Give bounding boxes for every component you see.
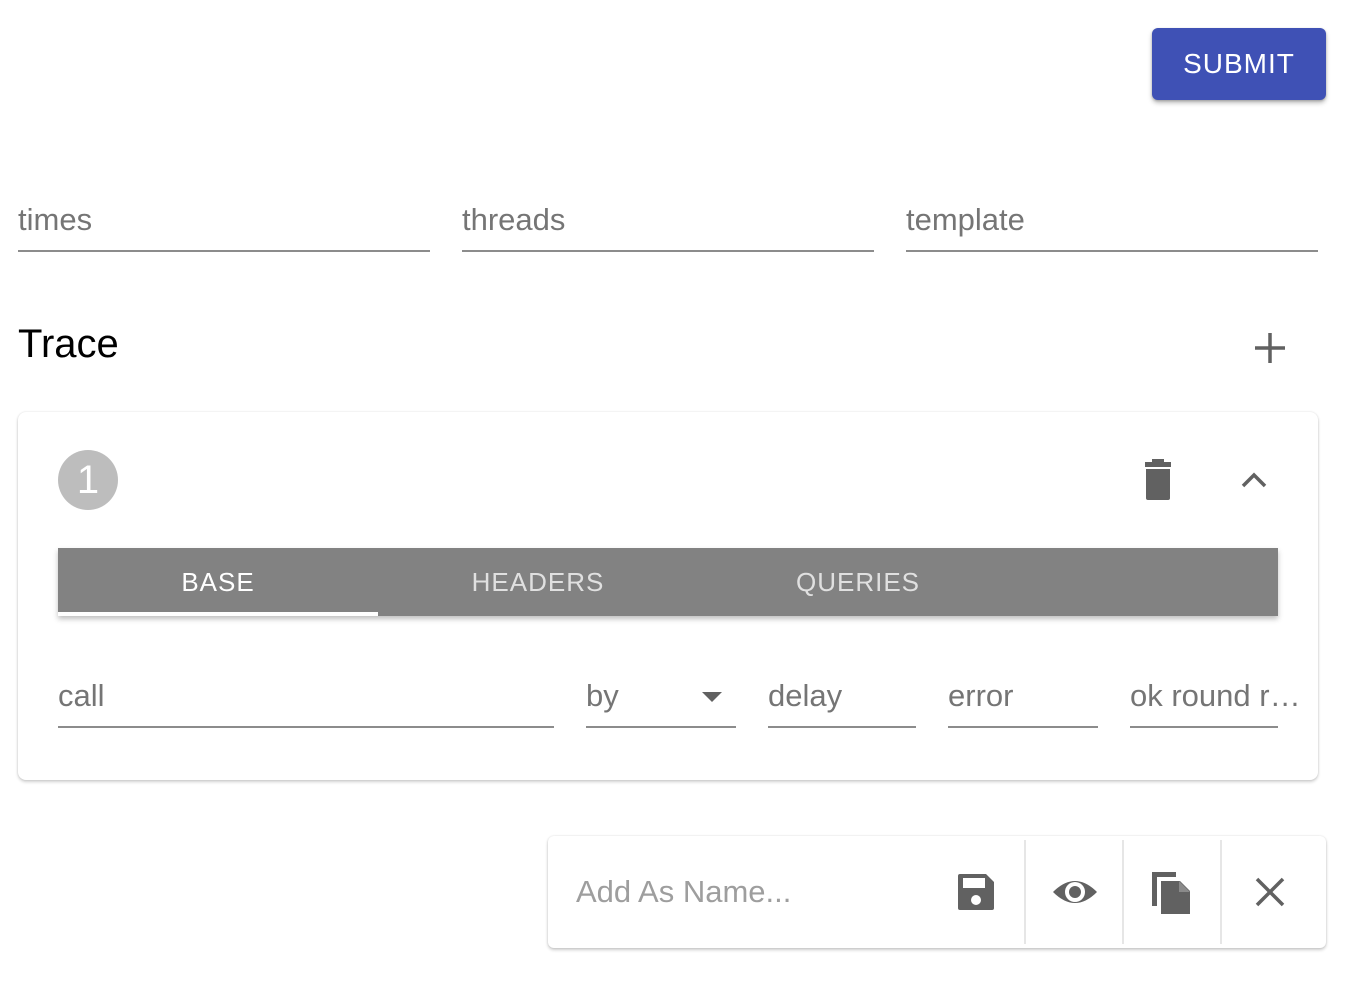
template-field[interactable]: template [906, 192, 1318, 252]
submit-button[interactable]: SUBMIT [1152, 28, 1326, 100]
by-label: by [586, 678, 619, 713]
tab-headers[interactable]: HEADERS [378, 548, 698, 616]
delay-label: delay [768, 678, 843, 713]
tab-queries[interactable]: QUERIES [698, 548, 1018, 616]
save-as-toolbar [548, 836, 1326, 948]
dropdown-arrow-icon [702, 692, 722, 702]
trash-icon[interactable] [1138, 458, 1178, 502]
active-tab-indicator [58, 612, 378, 616]
threads-field[interactable]: threads [462, 192, 874, 252]
error-label: error [948, 678, 1014, 713]
save-icon[interactable] [954, 870, 998, 914]
plus-icon[interactable] [1246, 324, 1294, 372]
times-field[interactable]: times [18, 192, 430, 252]
toolbar-divider [1024, 840, 1026, 944]
close-icon[interactable] [1252, 874, 1288, 910]
tab-headers-label: HEADERS [471, 566, 605, 597]
delay-field[interactable]: delay [768, 668, 916, 728]
times-label: times [18, 202, 93, 237]
tab-queries-label: QUERIES [795, 566, 921, 597]
eye-icon[interactable] [1050, 870, 1100, 914]
by-select[interactable]: by [586, 668, 736, 728]
name-input[interactable] [576, 866, 936, 918]
ok-round-label: ok round r… [1130, 678, 1301, 713]
tab-base[interactable]: BASE [58, 548, 378, 616]
tab-base-label: BASE [181, 566, 255, 597]
toolbar-divider [1220, 840, 1222, 944]
copy-icon[interactable] [1148, 868, 1194, 916]
call-label: call [58, 678, 105, 713]
call-field[interactable]: call [58, 668, 554, 728]
chevron-up-icon[interactable] [1234, 462, 1274, 498]
trace-title: Trace [18, 322, 119, 366]
step-number-badge: 1 [58, 450, 118, 510]
threads-label: threads [462, 202, 566, 237]
trace-step-card: 1 BASE HEADERS QUERIES call by delay err… [18, 412, 1318, 780]
step-tabs: BASE HEADERS QUERIES [58, 548, 1278, 616]
ok-round-field[interactable]: ok round r… [1130, 668, 1301, 728]
error-field[interactable]: error [948, 668, 1098, 728]
template-label: template [906, 202, 1025, 237]
toolbar-divider [1122, 840, 1124, 944]
